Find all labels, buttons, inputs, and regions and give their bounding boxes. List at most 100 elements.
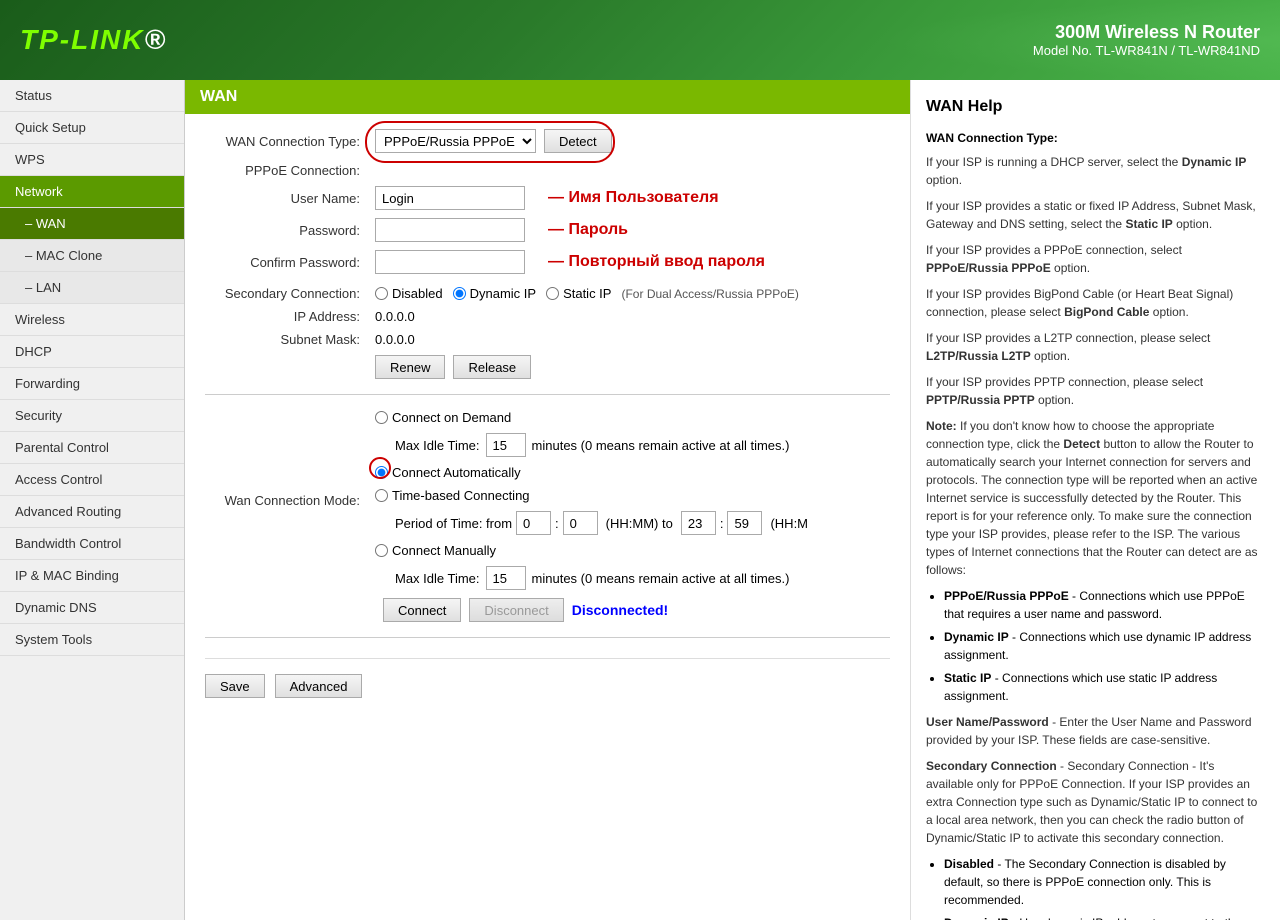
model-info: 300M Wireless N Router Model No. TL-WR84… <box>1033 22 1260 58</box>
connect-manually-option[interactable]: Connect Manually <box>375 543 808 558</box>
help-title: WAN Help <box>926 95 1265 119</box>
help-list-item-pppoe: PPPoE/Russia PPPoE - Connections which u… <box>944 587 1265 623</box>
help-panel: WAN Help WAN Connection Type: If your IS… <box>910 80 1280 920</box>
content-area: WAN WAN Connection Type: PPPoE/Russia PP… <box>185 80 1280 920</box>
sidebar-item-advanced-routing[interactable]: Advanced Routing <box>0 496 184 528</box>
ip-address-value: 0.0.0.0 <box>375 309 415 324</box>
subnet-mask-row: Subnet Mask: 0.0.0.0 <box>205 332 890 347</box>
max-idle-time-row1: Max Idle Time: minutes (0 means remain a… <box>395 433 808 457</box>
divider1 <box>205 394 890 395</box>
detect-button[interactable]: Detect <box>544 129 612 153</box>
renew-button[interactable]: Renew <box>375 355 445 379</box>
max-idle-time-input1[interactable] <box>486 433 526 457</box>
help-list: PPPoE/Russia PPPoE - Connections which u… <box>944 587 1265 705</box>
time-based-radio[interactable] <box>375 489 388 502</box>
connect-on-demand-option[interactable]: Connect on Demand <box>375 410 808 425</box>
sidebar-item-wps[interactable]: WPS <box>0 144 184 176</box>
password-row: Password: — Пароль <box>205 218 890 242</box>
secondary-disabled-option[interactable]: Disabled <box>375 286 443 301</box>
help-p3: If your ISP provides a PPPoE connection,… <box>926 241 1265 277</box>
max-idle-time-input2[interactable] <box>486 566 526 590</box>
sidebar: Status Quick Setup WPS Network – WAN – M… <box>0 80 185 920</box>
release-button[interactable]: Release <box>453 355 531 379</box>
sidebar-item-status[interactable]: Status <box>0 80 184 112</box>
pppoe-connection-row: PPPoE Connection: <box>205 163 890 178</box>
logo: TP-LINK® <box>20 24 167 56</box>
advanced-button[interactable]: Advanced <box>275 674 363 698</box>
sidebar-item-forwarding[interactable]: Forwarding <box>0 368 184 400</box>
pppoe-connection-label: PPPoE Connection: <box>205 163 375 178</box>
sidebar-item-mac-clone[interactable]: – MAC Clone <box>0 240 184 272</box>
period-from-mm-input[interactable] <box>563 511 598 535</box>
sidebar-item-bandwidth-control[interactable]: Bandwidth Control <box>0 528 184 560</box>
password-label: Password: <box>205 223 375 238</box>
sidebar-item-ip-mac-binding[interactable]: IP & MAC Binding <box>0 560 184 592</box>
sidebar-item-lan[interactable]: – LAN <box>0 272 184 304</box>
save-advanced-row: Save Advanced <box>205 658 890 698</box>
sidebar-item-network[interactable]: Network <box>0 176 184 208</box>
username-input[interactable] <box>375 186 525 210</box>
connect-manually-radio[interactable] <box>375 544 388 557</box>
confirm-password-label: Confirm Password: <box>205 255 375 270</box>
secondary-note: (For Dual Access/Russia PPPoE) <box>621 287 798 301</box>
save-button[interactable]: Save <box>205 674 265 698</box>
sidebar-item-wireless[interactable]: Wireless <box>0 304 184 336</box>
secondary-connection-row: Secondary Connection: Disabled Dynamic I… <box>205 286 890 301</box>
ip-address-label: IP Address: <box>205 309 375 324</box>
sidebar-item-parental-control[interactable]: Parental Control <box>0 432 184 464</box>
connect-button[interactable]: Connect <box>383 598 461 622</box>
header: TP-LINK® 300M Wireless N Router Model No… <box>0 0 1280 80</box>
password-input[interactable] <box>375 218 525 242</box>
username-annotation: — Имя Пользователя <box>548 189 719 207</box>
sidebar-item-dhcp[interactable]: DHCP <box>0 336 184 368</box>
secondary-dynamic-ip-option[interactable]: Dynamic IP <box>453 286 536 301</box>
time-based-option[interactable]: Time-based Connecting <box>375 488 808 503</box>
sidebar-item-security[interactable]: Security <box>0 400 184 432</box>
subnet-mask-label: Subnet Mask: <box>205 332 375 347</box>
sidebar-item-access-control[interactable]: Access Control <box>0 464 184 496</box>
username-row: User Name: — Имя Пользователя <box>205 186 890 210</box>
secondary-static-ip-option[interactable]: Static IP <box>546 286 611 301</box>
help-list-item-static: Static IP - Connections which use static… <box>944 669 1265 705</box>
main-layout: Status Quick Setup WPS Network – WAN – M… <box>0 80 1280 920</box>
help-secondary: Secondary Connection - Secondary Connect… <box>926 757 1265 847</box>
sidebar-item-dynamic-dns[interactable]: Dynamic DNS <box>0 592 184 624</box>
confirm-password-row: Confirm Password: — Повторный ввод парол… <box>205 250 890 274</box>
sidebar-item-wan[interactable]: – WAN <box>0 208 184 240</box>
secondary-dynamic-radio[interactable] <box>453 287 466 300</box>
connect-disconnect-row: Connect Disconnect Disconnected! <box>205 598 890 622</box>
wan-header: WAN <box>185 80 910 114</box>
period-from-hh-input[interactable] <box>516 511 551 535</box>
connect-on-demand-radio[interactable] <box>375 411 388 424</box>
confirm-password-annotation: — Повторный ввод пароля <box>548 253 765 271</box>
renew-release-buttons: Renew Release <box>375 355 531 379</box>
confirm-password-input[interactable] <box>375 250 525 274</box>
secondary-static-radio[interactable] <box>546 287 559 300</box>
secondary-connection-group: Disabled Dynamic IP Static IP (For Dual … <box>375 286 799 301</box>
sidebar-item-system-tools[interactable]: System Tools <box>0 624 184 656</box>
secondary-disabled-radio[interactable] <box>375 287 388 300</box>
disconnected-status: Disconnected! <box>572 602 668 618</box>
help-list-item-dynamic: Dynamic IP - Connections which use dynam… <box>944 628 1265 664</box>
help-p6: If your ISP provides PPTP connection, pl… <box>926 373 1265 409</box>
sidebar-item-quick-setup[interactable]: Quick Setup <box>0 112 184 144</box>
period-to-hh-input[interactable] <box>681 511 716 535</box>
help-secondary-disabled: Disabled - The Secondary Connection is d… <box>944 855 1265 909</box>
wan-connection-type-wrapper: PPPoE/Russia PPPoE Dynamic IP Static IP … <box>375 129 612 153</box>
confirm-password-control-area: — Повторный ввод пароля <box>375 250 890 274</box>
wan-connection-type-row: WAN Connection Type: PPPoE/Russia PPPoE … <box>205 129 890 153</box>
wan-connection-type-select[interactable]: PPPoE/Russia PPPoE Dynamic IP Static IP … <box>375 129 536 153</box>
period-to-mm-input[interactable] <box>727 511 762 535</box>
period-of-time-row: Period of Time: from : (HH:MM) to : (HH:… <box>395 511 808 535</box>
connection-mode-options: Connect on Demand Max Idle Time: minutes… <box>375 410 808 590</box>
help-connection-type-subtitle: WAN Connection Type: <box>926 129 1265 147</box>
disconnect-button[interactable]: Disconnect <box>469 598 563 622</box>
password-control-area: — Пароль <box>375 218 890 242</box>
help-secondary-dynamic: Dynamic IP - Use dynamic IP address to c… <box>944 914 1265 920</box>
wan-connection-mode-label: Wan Connection Mode: <box>205 493 375 508</box>
max-idle-time-row2: Max Idle Time: minutes (0 means remain a… <box>395 566 808 590</box>
connect-automatically-radio[interactable] <box>375 466 388 479</box>
connect-automatically-option[interactable]: Connect Automatically <box>375 465 521 480</box>
username-label: User Name: <box>205 191 375 206</box>
product-name: 300M Wireless N Router <box>1033 22 1260 43</box>
